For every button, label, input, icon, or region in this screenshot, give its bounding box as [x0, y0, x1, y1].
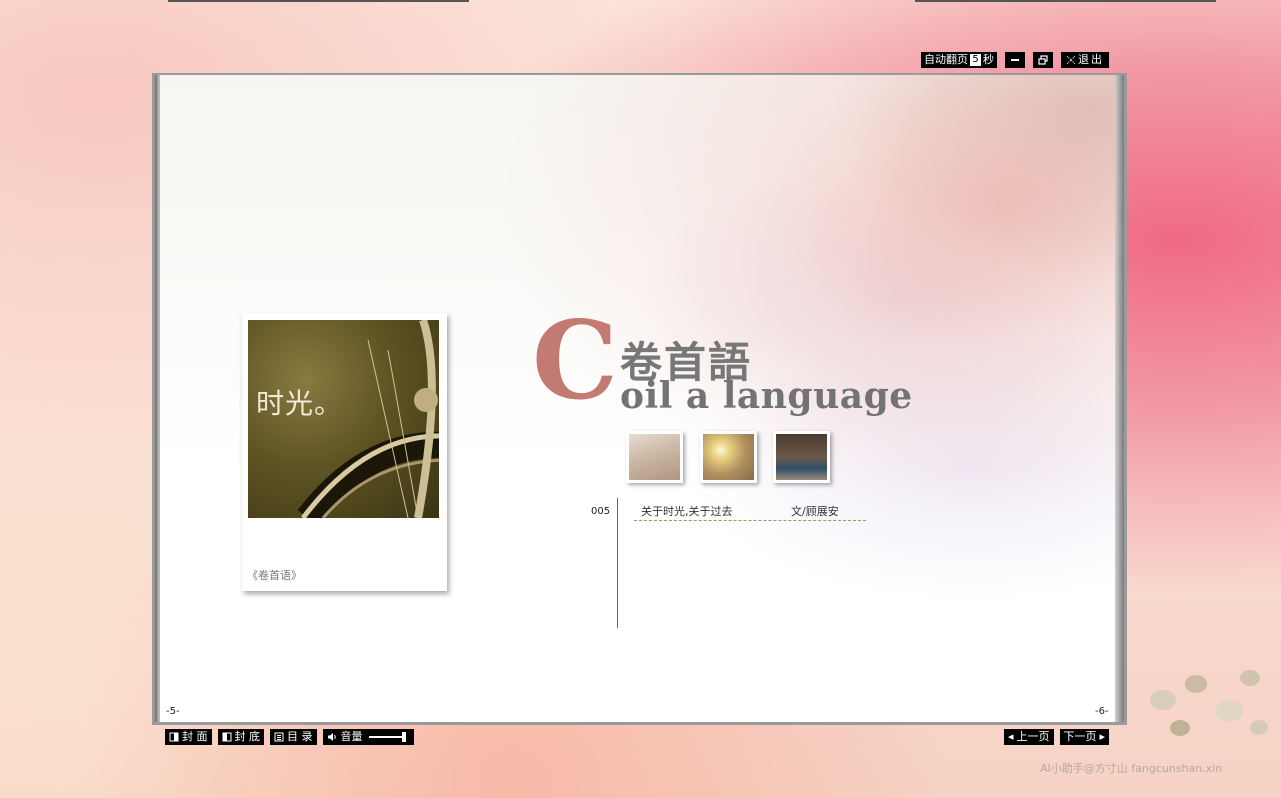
volume-slider-handle[interactable] — [401, 732, 406, 742]
book-right-edge — [1115, 75, 1124, 722]
seconds-input[interactable]: 5 — [970, 54, 981, 66]
next-arrow-icon: ▸ — [1099, 730, 1106, 743]
volume-slider[interactable] — [368, 732, 406, 742]
bottom-toolbar-right: ◂ 上一页 下一页 ▸ — [1004, 729, 1110, 745]
photo-caption: 《卷首语》 — [247, 569, 302, 582]
contents-label: 目 录 — [287, 730, 313, 743]
next-page-button[interactable]: 下一页 ▸ — [1059, 729, 1110, 745]
left-page-number: -5- — [166, 706, 180, 717]
volume-label: 音量 — [340, 730, 363, 743]
minimize-icon — [1011, 59, 1019, 61]
photo-overlay-text: 时光。 — [256, 387, 344, 420]
exit-label: 退出 — [1078, 53, 1104, 66]
cover-button[interactable]: 封 面 — [165, 729, 212, 745]
contents-button[interactable]: 目 录 — [270, 729, 317, 745]
bottom-toolbar-left: 封 面 封 底 目 录 音量 — [165, 729, 414, 745]
heading-english: oil a language — [620, 375, 913, 417]
photo-card[interactable]: 时光。 《卷首语》 — [242, 313, 447, 591]
cover-label: 封 面 — [182, 730, 208, 743]
auto-flip-control[interactable]: 自动翻页 5 秒 — [921, 52, 997, 68]
toc-divider — [617, 498, 618, 628]
thumbnail-3[interactable] — [773, 431, 830, 483]
cover-icon — [169, 732, 179, 742]
book-spread[interactable]: 时光。 《卷首语》 C 卷首語 oil a language 005 关于时光,… — [160, 75, 1115, 722]
toc-entry-author: 文/顾展安 — [791, 505, 839, 518]
speaker-icon — [327, 733, 336, 741]
minimize-button[interactable] — [1005, 52, 1025, 68]
back-cover-button[interactable]: 封 底 — [217, 729, 264, 745]
back-cover-label: 封 底 — [234, 730, 261, 743]
prev-arrow-icon: ◂ — [1008, 730, 1014, 743]
exit-icon — [1066, 55, 1076, 65]
seconds-unit: 秒 — [983, 53, 994, 66]
contents-icon — [274, 732, 284, 742]
watermark: AI小助手@方寸山 fangcunshan.xin — [1040, 762, 1223, 775]
heading-initial-letter: C — [532, 298, 618, 424]
toc-page-number: 005 — [591, 506, 611, 517]
top-toolbar: 自动翻页 5 秒 退出 — [921, 52, 1109, 68]
thumbnail-room-image — [629, 434, 680, 480]
restore-button[interactable] — [1033, 52, 1053, 68]
bicycle-photo: 时光。 — [248, 320, 439, 518]
thumbnail-daisy-image — [703, 434, 754, 480]
thumbnail-1[interactable] — [626, 431, 683, 483]
prev-page-button[interactable]: ◂ 上一页 — [1004, 729, 1054, 745]
toc-dashed-rule — [634, 520, 866, 521]
auto-flip-label: 自动翻页 — [924, 53, 968, 66]
thumbnail-2[interactable] — [700, 431, 757, 483]
back-cover-icon — [222, 732, 231, 742]
toc-entry-title[interactable]: 关于时光,关于过去 — [641, 503, 733, 519]
right-page-number: -6- — [1095, 706, 1109, 717]
volume-control[interactable]: 音量 — [322, 729, 414, 745]
next-page-label: 下一页 — [1063, 730, 1097, 743]
top-rule-right — [915, 0, 1216, 2]
exit-button[interactable]: 退出 — [1061, 52, 1109, 68]
top-rule-left — [168, 0, 469, 2]
thumbnail-girl-image — [776, 434, 827, 480]
restore-icon — [1038, 55, 1048, 65]
prev-page-label: 上一页 — [1016, 730, 1050, 743]
